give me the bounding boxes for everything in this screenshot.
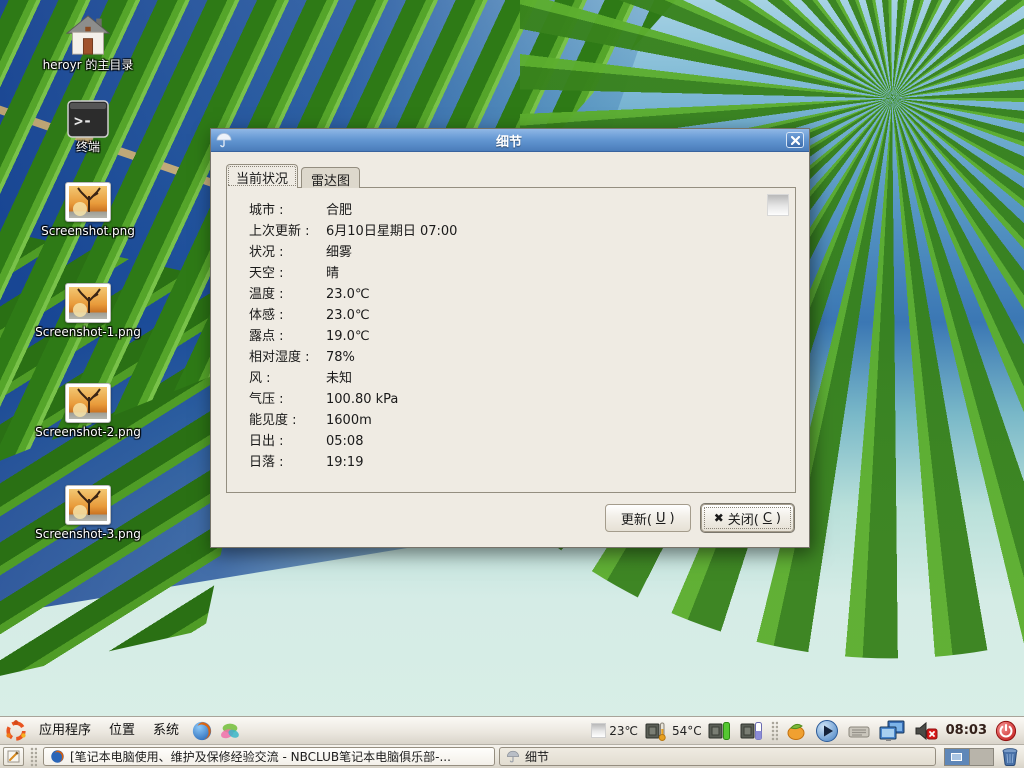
task-firefox-window[interactable]: [笔记本电脑使用、维护及保修经验交流 - NBCLUB笔记本电脑俱乐部-... — [43, 747, 495, 766]
desktop-icon-home[interactable]: heroyr 的主目录 — [22, 14, 154, 72]
desktop-icon-screenshot[interactable]: Screenshot.png — [22, 182, 154, 238]
field-label-sky: 天空 : — [249, 263, 326, 284]
field-value-sunrise: 05:08 — [326, 431, 363, 452]
firefox-launcher-icon[interactable] — [191, 720, 213, 742]
field-label-sunrise: 日出 : — [249, 431, 326, 452]
field-value-last-update: 6月10日星期日 07:00 — [326, 221, 457, 242]
field-value-temperature: 23.0℃ — [326, 284, 370, 305]
dialog-titlebar[interactable]: 细节 — [211, 129, 809, 152]
launcher-swirl-icon[interactable] — [219, 720, 241, 742]
menu-places[interactable]: 位置 — [100, 717, 144, 745]
field-value-wind: 未知 — [326, 368, 352, 389]
keyboard-tray-icon[interactable] — [848, 723, 870, 739]
field-value-city: 合肥 — [326, 200, 352, 221]
media-player-tray-icon[interactable] — [815, 719, 839, 743]
cpu-thermometer-icon[interactable] — [644, 721, 666, 741]
desktop-icon-screenshot-3[interactable]: Screenshot-3.png — [22, 485, 154, 541]
desktop-icon-label: 终端 — [22, 140, 154, 154]
desktop-icon-label: Screenshot.png — [22, 224, 154, 238]
workspace-switcher — [944, 748, 994, 766]
weather-task-icon — [506, 750, 520, 763]
image-file-icon — [22, 283, 154, 323]
home-folder-icon — [22, 14, 154, 56]
workspace-1[interactable] — [945, 749, 969, 765]
field-value-feels-like: 23.0℃ — [326, 305, 370, 326]
window-list-panel: [笔记本电脑使用、维护及保修经验交流 - NBCLUB笔记本电脑俱乐部-... … — [0, 744, 1024, 768]
field-label-feels-like: 体感 : — [249, 305, 326, 326]
tab-current-conditions[interactable]: 当前状况 — [226, 164, 298, 188]
desktop-icon-terminal[interactable]: >- 终端 — [22, 100, 154, 154]
firefox-task-icon — [50, 749, 65, 764]
desktop: heroyr 的主目录 >- 终端 Screenshot.png — [0, 0, 1024, 768]
field-value-sky: 晴 — [326, 263, 339, 284]
svg-text:>-: >- — [74, 112, 92, 130]
desktop-icon-screenshot-1[interactable]: Screenshot-1.png — [22, 283, 154, 339]
task-details-window[interactable]: 细节 — [499, 747, 936, 766]
shutdown-button-icon[interactable] — [995, 720, 1017, 742]
field-label-city: 城市 : — [249, 200, 326, 221]
menu-system[interactable]: 系统 — [144, 717, 188, 745]
terminal-icon: >- — [22, 100, 154, 138]
weather-details-dialog: 细节 当前状况 雷达图 城市 :合肥 上次更新 :6月10日星期日 07:00 … — [210, 128, 810, 548]
close-button[interactable]: ✖关闭(C) — [701, 504, 794, 532]
gnome-panel: 应用程序 位置 系统 23℃ — [0, 716, 1024, 744]
image-file-icon — [22, 383, 154, 423]
trash-applet-icon[interactable] — [1001, 747, 1019, 766]
field-value-sunset: 19:19 — [326, 452, 363, 473]
titlebar-close-button[interactable] — [786, 132, 804, 148]
current-conditions-panel: 城市 :合肥 上次更新 :6月10日星期日 07:00 状况 :细雾 天空 :晴… — [226, 187, 796, 493]
panel-clock[interactable]: 08:03 — [946, 723, 987, 738]
field-label-wind: 风 : — [249, 368, 326, 389]
dual-monitor-tray-icon[interactable] — [879, 720, 905, 742]
tab-radar-map[interactable]: 雷达图 — [301, 167, 360, 188]
desktop-icon-screenshot-2[interactable]: Screenshot-2.png — [22, 383, 154, 439]
image-file-icon — [22, 485, 154, 525]
field-value-condition: 细雾 — [326, 242, 352, 263]
field-value-dew-point: 19.0℃ — [326, 326, 370, 347]
volume-muted-icon[interactable] — [914, 721, 938, 741]
field-label-sunset: 日落 : — [249, 452, 326, 473]
dialog-title: 细节 — [232, 131, 786, 150]
weather-applet-temp[interactable]: 23℃ — [609, 724, 638, 738]
system-tray: 23℃ 54°C — [591, 719, 1024, 743]
desktop-icon-label: Screenshot-2.png — [22, 425, 154, 439]
field-label-dew-point: 露点 : — [249, 326, 326, 347]
weather-umbrella-icon — [216, 132, 232, 148]
ubuntu-logo-icon[interactable] — [5, 720, 27, 742]
show-desktop-button[interactable] — [3, 747, 24, 766]
weather-condition-icon — [767, 194, 789, 216]
desktop-icon-label: heroyr 的主目录 — [22, 58, 154, 72]
field-value-pressure: 100.80 kPa — [326, 389, 398, 410]
field-label-condition: 状况 : — [249, 242, 326, 263]
tray-drag-handle[interactable] — [771, 721, 778, 741]
desktop-icon-label: Screenshot-3.png — [22, 527, 154, 541]
cpufreq-applet-purple-icon[interactable] — [740, 721, 763, 741]
desktop-icon-label: Screenshot-1.png — [22, 325, 154, 339]
field-label-pressure: 气压 : — [249, 389, 326, 410]
field-label-last-update: 上次更新 : — [249, 221, 326, 242]
dialog-tabs: 当前状况 雷达图 — [226, 164, 360, 188]
field-label-visibility: 能见度 : — [249, 410, 326, 431]
workspace-window-thumb — [951, 753, 962, 761]
image-file-icon — [22, 182, 154, 222]
tasklist-drag-handle[interactable] — [30, 747, 37, 767]
field-value-humidity: 78% — [326, 347, 355, 368]
field-value-visibility: 1600m — [326, 410, 372, 431]
field-label-humidity: 相对湿度 : — [249, 347, 326, 368]
cpufreq-applet-green-icon[interactable] — [708, 721, 731, 741]
close-x-icon: ✖ — [714, 512, 724, 524]
update-button[interactable]: 更新(U) — [605, 504, 691, 532]
update-notifier-icon[interactable] — [786, 721, 806, 741]
menu-applications[interactable]: 应用程序 — [30, 717, 100, 745]
field-label-temperature: 温度 : — [249, 284, 326, 305]
cpu-temp-reading[interactable]: 54°C — [672, 724, 702, 738]
weather-applet-icon[interactable] — [591, 723, 606, 738]
workspace-2[interactable] — [969, 749, 993, 765]
